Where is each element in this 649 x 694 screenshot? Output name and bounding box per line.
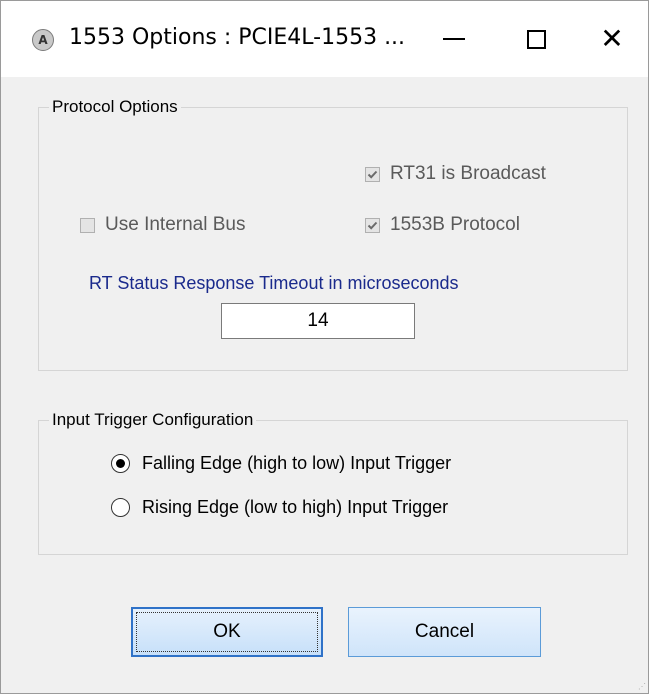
input-trigger-legend: Input Trigger Configuration <box>49 410 257 430</box>
rising-edge-label: Rising Edge (low to high) Input Trigger <box>142 497 449 517</box>
minimize-icon <box>443 38 465 40</box>
checkbox-box[interactable] <box>365 166 380 182</box>
protocol-1553b-checkbox[interactable]: 1553B Protocol <box>365 214 520 236</box>
checkbox-box[interactable] <box>365 217 380 233</box>
cancel-label: Cancel <box>414 621 475 642</box>
use-internal-bus-checkbox[interactable]: Use Internal Bus <box>80 214 245 236</box>
protocol-1553b-label: 1553B Protocol <box>390 214 520 235</box>
falling-edge-label: Falling Edge (high to low) Input Trigger <box>142 453 452 473</box>
timeout-input[interactable]: 14 <box>221 303 415 339</box>
app-icon: A <box>32 29 54 51</box>
focus-ring <box>136 612 318 652</box>
resize-grip-icon[interactable]: ⋰ <box>638 683 646 691</box>
ok-button[interactable]: OK <box>131 607 323 657</box>
window-title: 1553 Options : PCIE4L-1553 ... <box>69 25 406 50</box>
options-dialog: A 1553 Options : PCIE4L-1553 ... ✕ Proto… <box>0 0 649 694</box>
radio-selected-dot <box>116 459 125 468</box>
use-internal-bus-label: Use Internal Bus <box>105 214 246 235</box>
input-trigger-group <box>38 420 628 555</box>
checkmark-icon <box>367 170 378 179</box>
close-button[interactable]: ✕ <box>567 1 649 77</box>
rt31-broadcast-label: RT31 is Broadcast <box>390 163 546 184</box>
maximize-icon <box>526 29 546 49</box>
radio-button[interactable] <box>111 498 130 517</box>
cancel-button[interactable]: Cancel <box>348 607 541 657</box>
checkbox-box[interactable] <box>80 217 95 233</box>
minimize-button[interactable] <box>409 1 499 77</box>
falling-edge-radio[interactable]: Falling Edge (high to low) Input Trigger <box>111 453 451 474</box>
title-bar[interactable]: A 1553 Options : PCIE4L-1553 ... ✕ <box>1 1 648 77</box>
protocol-options-legend: Protocol Options <box>49 97 181 117</box>
timeout-label: RT Status Response Timeout in microsecon… <box>89 273 459 293</box>
radio-button[interactable] <box>111 454 130 473</box>
checkmark-icon <box>367 221 378 230</box>
close-icon: ✕ <box>600 22 624 55</box>
rt31-broadcast-checkbox[interactable]: RT31 is Broadcast <box>365 163 546 185</box>
rising-edge-radio[interactable]: Rising Edge (low to high) Input Trigger <box>111 497 448 518</box>
